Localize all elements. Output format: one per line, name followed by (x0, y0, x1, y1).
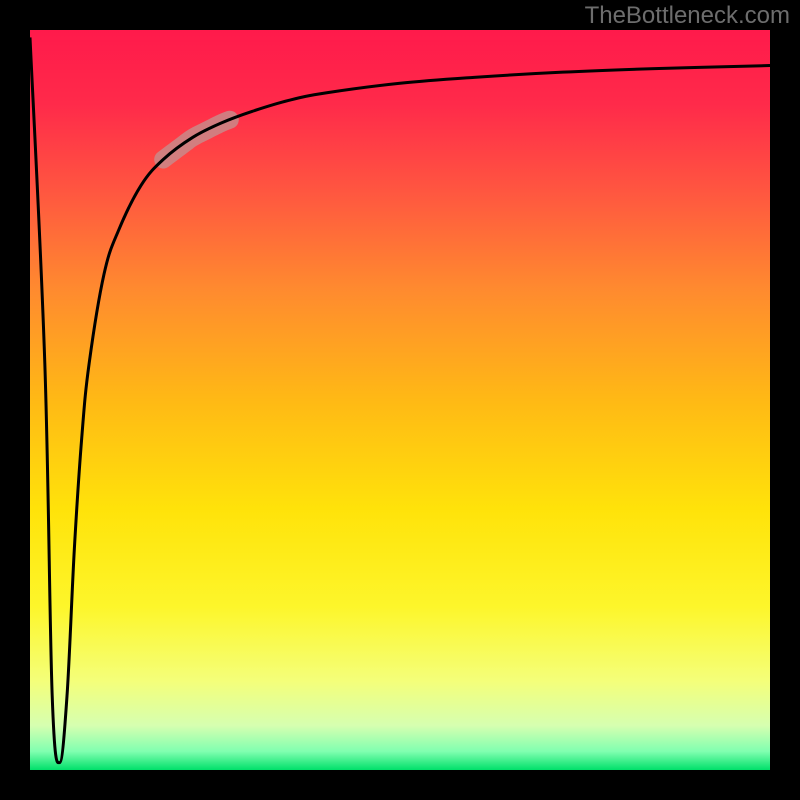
chart-frame: TheBottleneck.com (0, 0, 800, 800)
plot-background (30, 30, 770, 770)
bottleneck-chart (0, 0, 800, 800)
watermark-label: TheBottleneck.com (585, 2, 790, 30)
